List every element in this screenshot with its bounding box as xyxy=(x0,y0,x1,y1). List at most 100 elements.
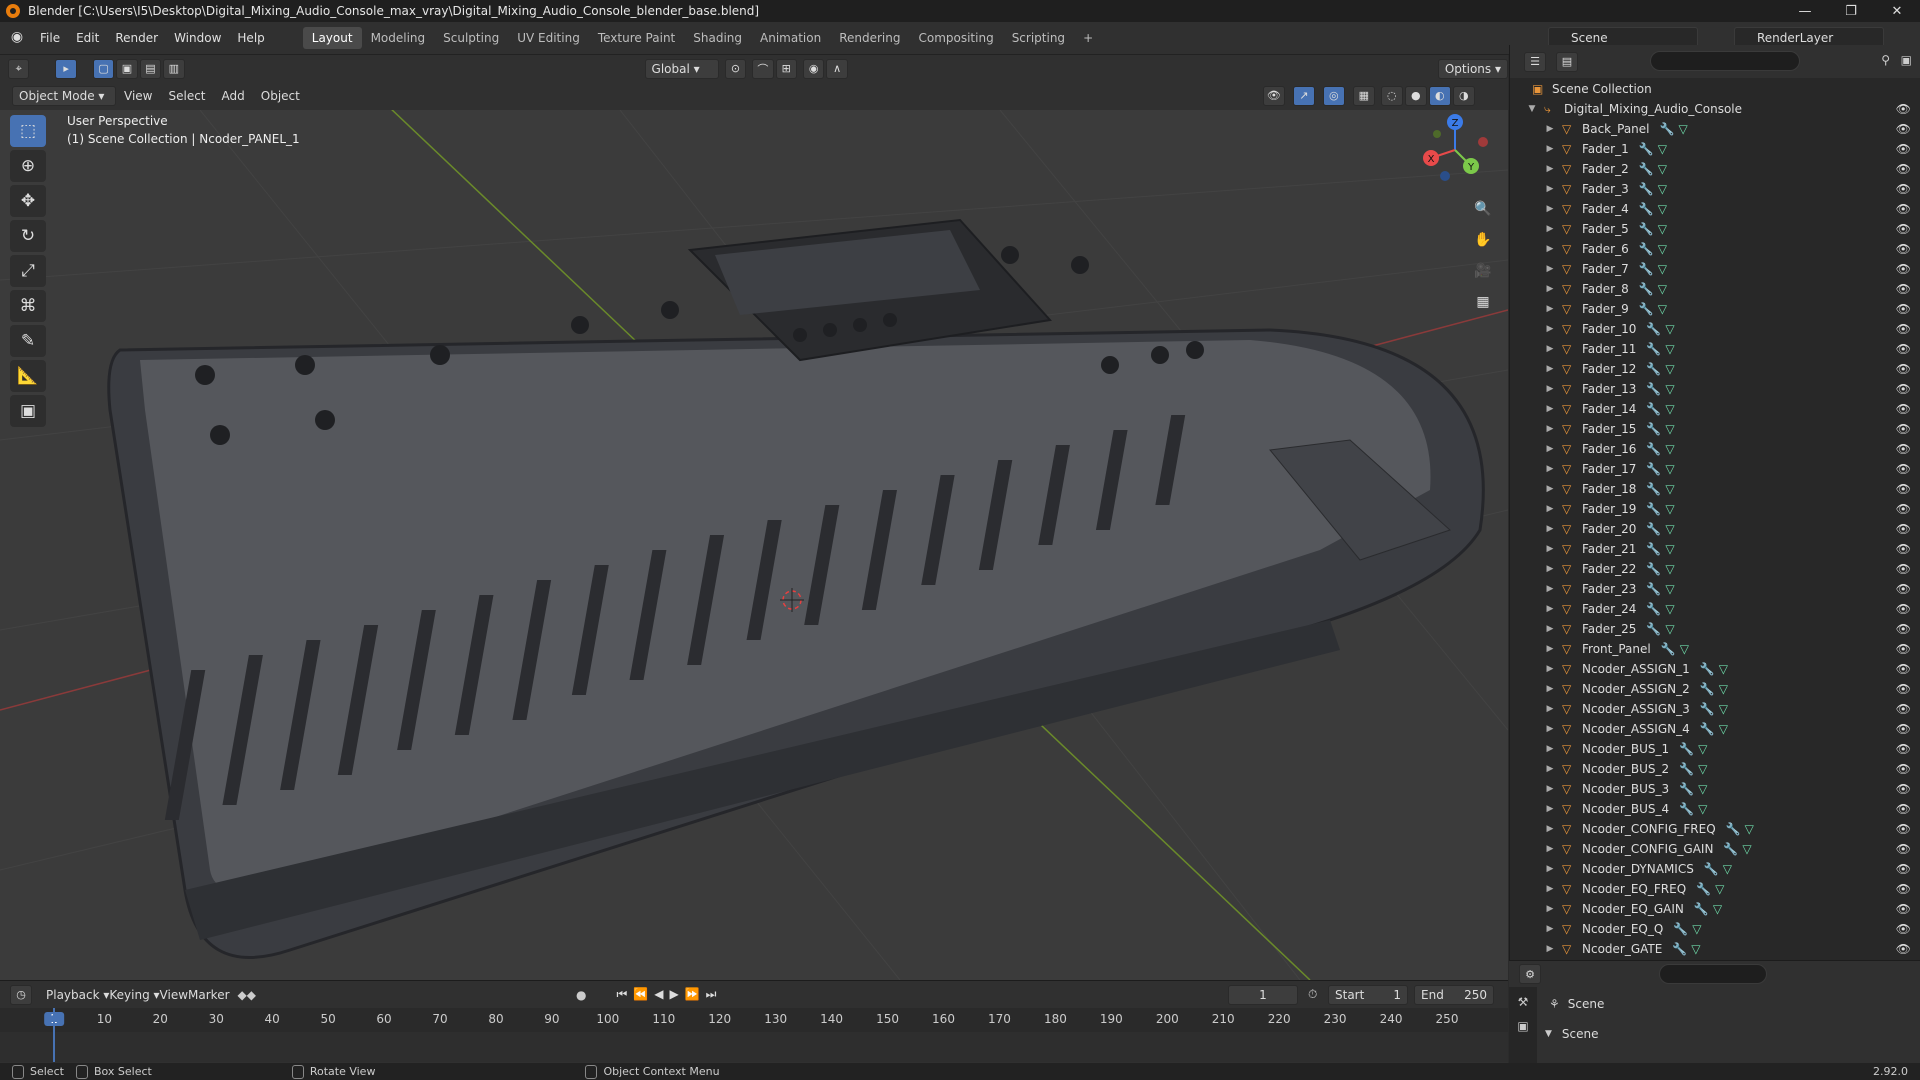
mesh-data-icon[interactable]: ▽ xyxy=(1665,462,1674,476)
maximize-button[interactable]: ❐ xyxy=(1828,0,1874,22)
zoom-icon[interactable]: 🔍 xyxy=(1468,195,1498,223)
expand-arrow-icon[interactable]: ▶ xyxy=(1544,144,1556,154)
keying-menu[interactable]: Keying ▾ xyxy=(109,988,159,1002)
navigation-gizmo[interactable]: Z X Y xyxy=(1415,110,1495,190)
visibility-eye-icon[interactable]: 👁 xyxy=(1896,682,1911,696)
mesh-data-icon[interactable]: ▽ xyxy=(1658,242,1667,256)
add-workspace-button[interactable]: + xyxy=(1074,27,1102,49)
modifier-icon[interactable]: 🔧 xyxy=(1672,942,1687,956)
visibility-eye-icon[interactable]: 👁 xyxy=(1896,342,1911,356)
visibility-eye-icon[interactable]: 👁 xyxy=(1896,702,1911,716)
display-mode-icon[interactable]: ▤ xyxy=(1556,51,1578,72)
mesh-data-icon[interactable]: ▽ xyxy=(1665,522,1674,536)
outliner-row[interactable]: ▶ ▽ Fader_9 🔧 ▽ 👁 xyxy=(1510,299,1920,319)
visibility-eye-icon[interactable]: 👁 xyxy=(1896,302,1911,316)
visibility-eye-icon[interactable]: 👁 xyxy=(1896,642,1911,656)
expand-arrow-icon[interactable]: ▶ xyxy=(1544,724,1556,734)
select-invert-icon[interactable]: ▥ xyxy=(163,58,185,79)
outliner-row[interactable]: ▶ ▽ Ncoder_EQ_FREQ 🔧 ▽ 👁 xyxy=(1510,879,1920,899)
outliner-row[interactable]: ▶ ▽ Front_Panel 🔧 ▽ 👁 xyxy=(1510,639,1920,659)
clock-icon[interactable]: ⏱ xyxy=(1308,987,1317,1002)
expand-arrow-icon[interactable]: ▶ xyxy=(1544,244,1556,254)
outliner-row[interactable]: ▶ ▽ Fader_14 🔧 ▽ 👁 xyxy=(1510,399,1920,419)
add-cube-icon[interactable]: ▣ xyxy=(10,395,46,427)
visibility-eye-icon[interactable]: 👁 xyxy=(1896,922,1911,936)
outliner-row[interactable]: ▶ ▽ Ncoder_DYNAMICS 🔧 ▽ 👁 xyxy=(1510,859,1920,879)
select-new-icon[interactable]: ▢ xyxy=(92,58,115,79)
visibility-eye-icon[interactable]: 👁 xyxy=(1896,442,1911,456)
expand-arrow-icon[interactable]: ▶ xyxy=(1544,684,1556,694)
start-frame-field[interactable]: Start 1 xyxy=(1328,984,1408,1005)
snap-target-icon[interactable]: ⊞ xyxy=(775,58,797,79)
editor-type-icon[interactable]: ⌖ xyxy=(8,58,30,79)
cursor-icon[interactable]: ⊕ xyxy=(10,150,46,182)
expand-arrow-icon[interactable]: ▶ xyxy=(1544,564,1556,574)
visibility-eye-icon[interactable]: 👁 xyxy=(1896,942,1911,956)
visibility-eye-icon[interactable]: 👁 xyxy=(1896,882,1911,896)
menu-file[interactable]: File xyxy=(32,31,68,45)
expand-arrow-icon[interactable]: ▶ xyxy=(1544,704,1556,714)
visibility-eye-icon[interactable]: 👁 xyxy=(1896,242,1911,256)
outliner-row[interactable]: ▶ ▽ Fader_4 🔧 ▽ 👁 xyxy=(1510,199,1920,219)
pivot-icon[interactable]: ⊙ xyxy=(724,58,747,79)
modifier-icon[interactable]: 🔧 xyxy=(1679,762,1694,776)
mesh-data-icon[interactable]: ▽ xyxy=(1715,882,1724,896)
visibility-eye-icon[interactable]: 👁 xyxy=(1896,602,1911,616)
expand-arrow-icon[interactable]: ▶ xyxy=(1544,404,1556,414)
outliner-row[interactable]: ▶ ▽ Ncoder_ASSIGN_1 🔧 ▽ 👁 xyxy=(1510,659,1920,679)
modifier-icon[interactable]: 🔧 xyxy=(1679,742,1694,756)
visibility-eye-icon[interactable]: 👁 xyxy=(1896,622,1911,636)
scale-icon[interactable]: ⤢ xyxy=(10,255,46,287)
visibility-eye-icon[interactable]: 👁 xyxy=(1896,402,1911,416)
solid-shading-icon[interactable]: ● xyxy=(1404,85,1427,106)
visibility-eye-icon[interactable]: 👁 xyxy=(1896,802,1911,816)
outliner-row[interactable]: ▶ ▽ Fader_16 🔧 ▽ 👁 xyxy=(1510,439,1920,459)
expand-arrow-icon[interactable]: ▶ xyxy=(1544,484,1556,494)
tool-tab-icon[interactable]: ⚒ xyxy=(1509,995,1537,1009)
expand-arrow-icon[interactable]: ▶ xyxy=(1544,664,1556,674)
minimize-button[interactable]: — xyxy=(1782,0,1828,22)
visibility-eye-icon[interactable]: 👁 xyxy=(1896,842,1911,856)
modifier-icon[interactable]: 🔧 xyxy=(1694,902,1709,916)
expand-arrow-icon[interactable]: ▶ xyxy=(1544,524,1556,534)
visibility-eye-icon[interactable]: 👁 xyxy=(1896,522,1911,536)
visibility-eye-icon[interactable]: 👁 xyxy=(1896,182,1911,196)
expand-arrow-icon[interactable]: ▶ xyxy=(1544,284,1556,294)
xray-icon[interactable]: ▦ xyxy=(1352,85,1375,106)
modifier-icon[interactable]: 🔧 xyxy=(1646,322,1661,336)
playback-menu[interactable]: Playback ▾ xyxy=(46,988,109,1002)
modifier-icon[interactable]: 🔧 xyxy=(1673,922,1688,936)
outliner-row[interactable]: ▶ ▽ Ncoder_BUS_1 🔧 ▽ 👁 xyxy=(1510,739,1920,759)
outliner-search-input[interactable] xyxy=(1650,51,1800,71)
outliner-row[interactable]: ▶ ▽ Ncoder_BUS_4 🔧 ▽ 👁 xyxy=(1510,799,1920,819)
outliner-row[interactable]: ▶ ▽ Fader_3 🔧 ▽ 👁 xyxy=(1510,179,1920,199)
modifier-icon[interactable]: 🔧 xyxy=(1646,402,1661,416)
expand-arrow-icon[interactable]: ▶ xyxy=(1544,224,1556,234)
modifier-icon[interactable]: 🔧 xyxy=(1646,562,1661,576)
overlay-icon[interactable]: ◎ xyxy=(1322,85,1345,106)
expand-arrow-icon[interactable]: ▶ xyxy=(1544,924,1556,934)
mode-dropdown[interactable]: Object Mode ▾ xyxy=(12,85,116,106)
menu-edit[interactable]: Edit xyxy=(68,31,107,45)
modifier-icon[interactable]: 🔧 xyxy=(1700,702,1715,716)
expand-arrow-icon[interactable]: ▶ xyxy=(1544,424,1556,434)
modifier-icon[interactable]: 🔧 xyxy=(1639,242,1654,256)
expand-arrow-icon[interactable]: ▶ xyxy=(1544,164,1556,174)
visibility-eye-icon[interactable]: 👁 xyxy=(1896,502,1911,516)
modifier-icon[interactable]: 🔧 xyxy=(1639,302,1654,316)
outliner-row[interactable]: ▶ ▽ Ncoder_BUS_2 🔧 ▽ 👁 xyxy=(1510,759,1920,779)
visibility-eye-icon[interactable]: 👁 xyxy=(1896,542,1911,556)
options-dropdown[interactable]: Options ▾ xyxy=(1437,58,1508,79)
menu-select[interactable]: Select xyxy=(160,89,213,103)
gizmo-icon[interactable]: ↗ xyxy=(1292,85,1315,106)
mesh-data-icon[interactable]: ▽ xyxy=(1658,222,1667,236)
visibility-eye-icon[interactable]: 👁 xyxy=(1896,222,1911,236)
modifier-icon[interactable]: 🔧 xyxy=(1646,542,1661,556)
visibility-eye-icon[interactable]: 👁 xyxy=(1896,362,1911,376)
outliner-row[interactable]: ▶ ▽ Back_Panel 🔧 ▽ 👁 xyxy=(1510,119,1920,139)
expand-arrow-icon[interactable]: ▶ xyxy=(1544,324,1556,334)
mesh-data-icon[interactable]: ▽ xyxy=(1658,262,1667,276)
expand-arrow-icon[interactable]: ▶ xyxy=(1544,624,1556,634)
properties-editor-icon[interactable]: ⚙ xyxy=(1519,964,1541,984)
modifier-icon[interactable]: 🔧 xyxy=(1661,642,1676,656)
